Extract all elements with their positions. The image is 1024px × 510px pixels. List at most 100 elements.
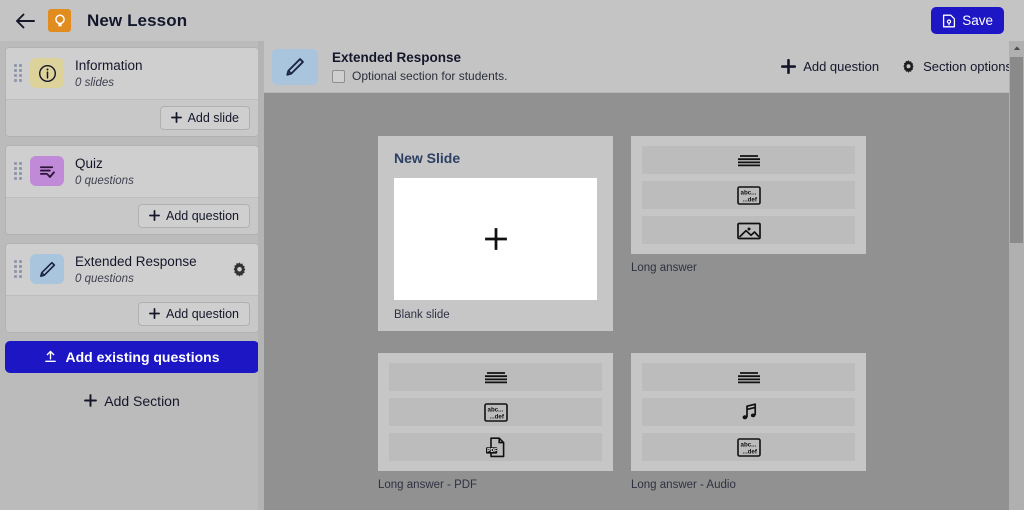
- new-slide-title: New Slide: [394, 150, 461, 166]
- new-slide-card[interactable]: New Slide Blank slide: [378, 136, 613, 331]
- add-section-button[interactable]: Add Section: [3, 387, 261, 415]
- add-question-button[interactable]: Add question: [138, 301, 250, 326]
- top-bar: New Lesson Save: [0, 0, 1024, 41]
- image-icon: [736, 222, 761, 239]
- section-subtitle: 0 questions: [75, 174, 134, 187]
- section-options-label: Section options: [923, 59, 1012, 74]
- save-button-label: Save: [962, 13, 993, 28]
- vertical-scrollbar[interactable]: [1009, 41, 1024, 510]
- preview-row-text: abc... ...def: [389, 398, 602, 426]
- plus-icon: [149, 210, 160, 222]
- optional-section-checkbox[interactable]: [332, 69, 345, 83]
- drag-handle-icon[interactable]: [14, 162, 26, 181]
- preview-row-image: [642, 216, 855, 244]
- add-question-toolbar-button[interactable]: Add question: [781, 59, 879, 74]
- section-options-button[interactable]: Section options: [901, 59, 1012, 74]
- section-footer: Add question: [6, 294, 258, 332]
- info-circle-icon: [30, 58, 64, 89]
- sidebar-section-extended-response[interactable]: Extended Response 0 questions Add questi…: [5, 242, 259, 333]
- plus-icon: [484, 228, 507, 250]
- save-document-icon: [943, 14, 956, 27]
- modal-backdrop: New Slide Blank slide abc... ...def Long…: [264, 93, 1024, 510]
- add-existing-questions-label: Add existing questions: [65, 348, 220, 365]
- long-answer-pdf-caption: Long answer - PDF: [378, 479, 478, 491]
- lines-icon: [737, 372, 760, 384]
- plus-icon: [170, 112, 182, 124]
- add-question-label: Add question: [166, 208, 239, 223]
- section-subtitle: 0 slides: [75, 76, 114, 89]
- section-subtitle: 0 questions: [75, 272, 134, 285]
- scrollbar-thumb[interactable]: [1010, 57, 1023, 243]
- section-title: Quiz: [75, 155, 103, 171]
- long-answer-pdf-card[interactable]: abc... ...def PDF Long answer - PDF: [378, 353, 613, 491]
- section-title: Extended Response: [75, 253, 197, 269]
- add-existing-questions-button[interactable]: Add existing questions: [5, 340, 259, 373]
- section-footer: Add question: [6, 196, 258, 234]
- music-note-icon: [742, 403, 756, 420]
- long-answer-preview[interactable]: abc... ...def: [631, 136, 866, 254]
- section-header[interactable]: Information 0 slides: [6, 48, 258, 99]
- long-answer-caption: Long answer: [631, 262, 697, 274]
- slide-type-picker: New Slide Blank slide abc... ...def Long…: [378, 136, 878, 491]
- preview-row-pdf: PDF: [389, 433, 602, 461]
- main-panel: Extended Response Optional section for s…: [264, 41, 1024, 510]
- add-slide-button[interactable]: Add slide: [159, 105, 250, 130]
- blank-slide-caption: Blank slide: [394, 309, 450, 321]
- optional-section-checkbox-row[interactable]: Optional section for students.: [332, 69, 759, 83]
- plus-icon: [781, 59, 797, 74]
- long-answer-card[interactable]: abc... ...def Long answer: [631, 136, 866, 331]
- abc-def-icon: abc... ...def: [483, 402, 508, 422]
- preview-row-lines: [389, 363, 602, 391]
- optional-section-label: Optional section for students.: [352, 69, 508, 83]
- svg-text:...def: ...def: [742, 196, 757, 203]
- scroll-up-button[interactable]: [1009, 41, 1024, 55]
- svg-text:...def: ...def: [489, 413, 504, 420]
- lines-icon: [484, 372, 507, 384]
- section-header[interactable]: Extended Response 0 questions: [6, 243, 258, 295]
- section-title: Information: [75, 58, 143, 73]
- section-settings-button[interactable]: [228, 258, 250, 280]
- plus-icon: [149, 308, 160, 320]
- add-question-label: Add question: [166, 306, 239, 321]
- add-slide-label: Add slide: [187, 110, 239, 125]
- sidebar-section-quiz[interactable]: Quiz 0 questions Add question: [5, 144, 259, 235]
- long-answer-audio-caption: Long answer - Audio: [631, 479, 736, 491]
- section-footer: Add slide: [6, 98, 258, 136]
- section-text: Extended Response 0 questions: [75, 254, 228, 285]
- gear-icon: [903, 60, 914, 73]
- lightbulb-icon: [54, 14, 65, 26]
- section-text: Information 0 slides: [75, 58, 250, 89]
- pencil-icon: [272, 48, 318, 85]
- long-answer-pdf-preview[interactable]: abc... ...def PDF: [378, 353, 613, 471]
- sidebar: Information 0 slides Add slide Quiz 0 qu…: [0, 41, 264, 510]
- long-answer-audio-card[interactable]: abc... ...def Long answer - Audio: [631, 353, 866, 491]
- section-header[interactable]: Quiz 0 questions: [6, 145, 258, 197]
- svg-text:PDF: PDF: [487, 448, 497, 454]
- drag-handle-icon[interactable]: [14, 64, 26, 83]
- preview-row-text: abc... ...def: [642, 181, 855, 209]
- section-toolbar: Extended Response Optional section for s…: [264, 41, 1024, 93]
- section-text: Quiz 0 questions: [75, 156, 250, 187]
- plus-icon: [84, 394, 98, 408]
- sidebar-section-information[interactable]: Information 0 slides Add slide: [5, 47, 259, 137]
- add-question-button[interactable]: Add question: [138, 203, 250, 228]
- long-answer-audio-preview[interactable]: abc... ...def: [631, 353, 866, 471]
- page-title: New Lesson: [87, 10, 188, 30]
- section-toolbar-text: Extended Response Optional section for s…: [332, 50, 759, 83]
- abc-def-icon: abc... ...def: [736, 437, 761, 457]
- pencil-icon: [30, 254, 64, 285]
- lines-icon: [737, 155, 760, 167]
- save-button[interactable]: Save: [931, 7, 1004, 34]
- add-question-toolbar-label: Add question: [803, 59, 880, 74]
- drag-handle-icon[interactable]: [14, 260, 26, 279]
- add-section-label: Add Section: [104, 392, 180, 409]
- upload-icon: [45, 350, 57, 363]
- section-toolbar-title: Extended Response: [332, 50, 462, 65]
- blank-slide-preview[interactable]: [394, 178, 597, 300]
- app-logo[interactable]: [48, 9, 71, 32]
- back-button[interactable]: [10, 6, 40, 36]
- quiz-checklist-icon: [30, 156, 64, 187]
- abc-def-icon: abc... ...def: [736, 185, 761, 205]
- svg-text:...def: ...def: [742, 448, 757, 455]
- arrow-left-icon: [16, 13, 35, 28]
